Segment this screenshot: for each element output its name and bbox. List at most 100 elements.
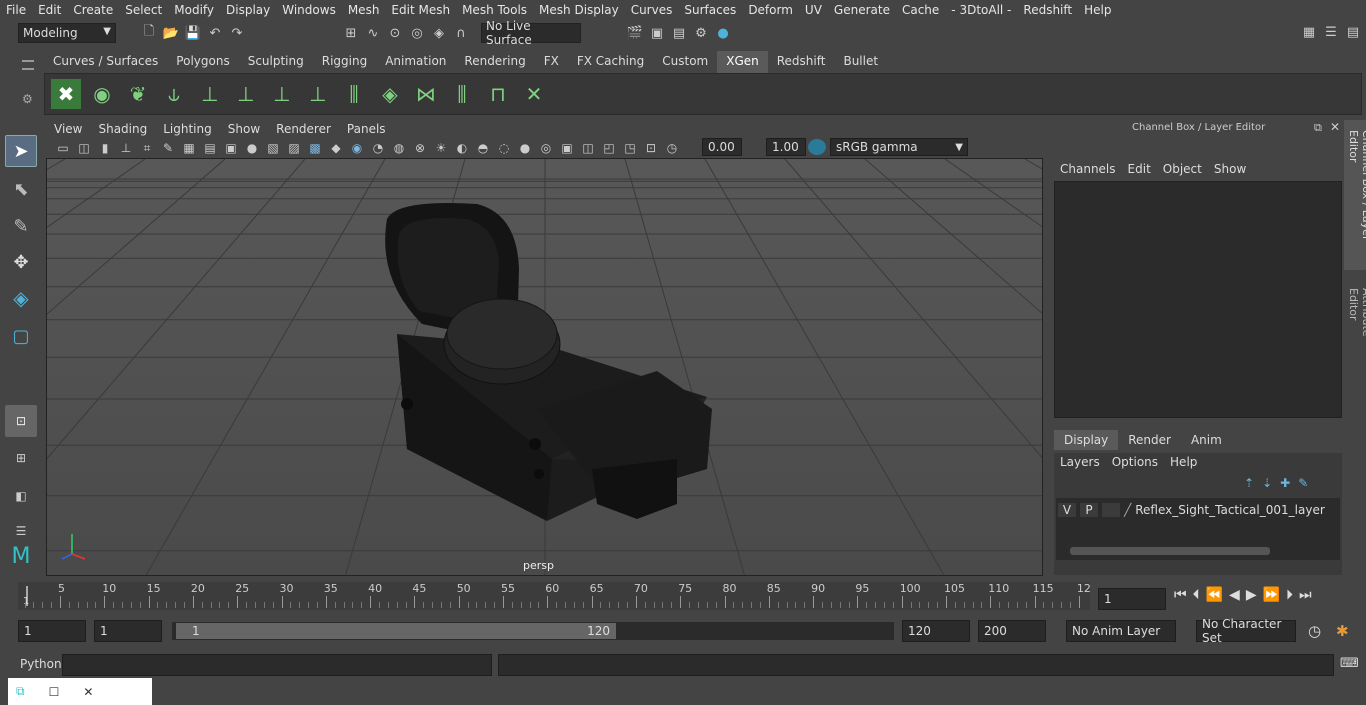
paint-select-icon[interactable]: ✎	[5, 210, 37, 242]
step-back-key-icon[interactable]: ⏪	[1206, 587, 1223, 603]
side-tab-channel-box[interactable]: Channel Box / Layer Editor	[1344, 120, 1366, 270]
go-to-end-icon[interactable]: ⏭	[1299, 587, 1312, 603]
viewport-menu-item[interactable]: Shading	[90, 122, 155, 136]
play-backwards-icon[interactable]: ◀	[1229, 587, 1240, 603]
xgen-settings-icon[interactable]: ✕	[519, 79, 549, 109]
new-layer-icon[interactable]: ✚	[1280, 476, 1290, 490]
shelf-tab[interactable]: FX	[535, 51, 568, 73]
menu-item[interactable]: Select	[119, 3, 168, 17]
layer-row[interactable]: V P ╱ Reflex_Sight_Tactical_001_layer	[1058, 500, 1338, 520]
xgen-add-guide-icon[interactable]: ⊥	[231, 79, 261, 109]
new-layer-selected-icon[interactable]: ✎	[1298, 476, 1308, 490]
viewport-tool-icon[interactable]: ▤	[201, 139, 219, 157]
close-icon[interactable]: ✕	[83, 685, 93, 699]
viewport-tool-icon[interactable]: ◎	[537, 139, 555, 157]
viewport-tool-icon[interactable]: ◷	[663, 139, 681, 157]
viewport-menu-item[interactable]: Renderer	[268, 122, 339, 136]
menu-item[interactable]: Deform	[742, 3, 799, 17]
menu-item[interactable]: Create	[67, 3, 119, 17]
shelf-tab[interactable]: Sculpting	[239, 51, 313, 73]
redo-icon[interactable]: ↷	[228, 24, 246, 42]
viewport-tool-icon[interactable]: ▭	[54, 139, 72, 157]
xgen-curves-icon[interactable]: ⫼	[447, 79, 477, 109]
snap-view-icon[interactable]: ◎	[408, 24, 426, 42]
live-surface-field[interactable]: No Live Surface	[481, 19, 581, 47]
panel-icon[interactable]: ▤	[1344, 23, 1362, 41]
character-set-dropdown[interactable]: No Character Set	[1196, 617, 1296, 645]
viewport-tool-icon[interactable]: ▣	[222, 139, 240, 157]
layer-tab[interactable]: Anim	[1181, 430, 1232, 450]
layer-menu-item[interactable]: Help	[1170, 455, 1209, 469]
viewport-menu-item[interactable]: Lighting	[155, 122, 220, 136]
shelf-tab[interactable]: Animation	[376, 51, 455, 73]
menu-item[interactable]: Edit	[32, 3, 67, 17]
xgen-layers-icon[interactable]: ◈	[375, 79, 405, 109]
range-slider[interactable]: 1 120	[172, 622, 894, 640]
playback-end-field[interactable]: 120	[902, 620, 970, 642]
viewport-menu-item[interactable]: Panels	[339, 122, 394, 136]
shelf-tab[interactable]: Curves / Surfaces	[44, 51, 167, 73]
menu-item[interactable]: UV	[799, 3, 828, 17]
maya-app-icon[interactable]: ⧉	[16, 684, 25, 699]
menu-item[interactable]: Cache	[896, 3, 945, 17]
layer-type-toggle[interactable]	[1102, 503, 1120, 517]
layer-tab[interactable]: Display	[1054, 430, 1119, 450]
layer-visibility-toggle[interactable]: V	[1058, 503, 1076, 517]
shelf-tab[interactable]: Rendering	[455, 51, 534, 73]
move-tool-icon[interactable]: ✥	[5, 246, 37, 278]
menu-item[interactable]: Mesh	[342, 3, 386, 17]
render-view-icon[interactable]: 🎬	[626, 24, 644, 42]
snap-surface-icon[interactable]: ◈	[430, 24, 448, 42]
exposure-field[interactable]: 0.00	[702, 138, 742, 156]
channel-box-menu-item[interactable]: Edit	[1128, 162, 1163, 176]
step-forward-icon[interactable]: ⏵	[1286, 587, 1293, 603]
viewport-tool-icon[interactable]: ◔	[369, 139, 387, 157]
ipr-render-icon[interactable]: ▤	[670, 24, 688, 42]
menu-item[interactable]: Display	[220, 3, 276, 17]
layout-side-icon[interactable]: ◧	[5, 480, 37, 512]
viewport-tool-icon[interactable]: ▨	[285, 139, 303, 157]
menu-item[interactable]: Mesh Tools	[456, 3, 533, 17]
channel-box-menu-item[interactable]: Channels	[1060, 162, 1128, 176]
color-management-icon[interactable]	[808, 139, 826, 155]
shelf-tab[interactable]: FX Caching	[568, 51, 653, 73]
menu-item[interactable]: Curves	[625, 3, 679, 17]
viewport-tool-icon[interactable]: ⊥	[117, 139, 135, 157]
render-settings-icon[interactable]: ⚙	[692, 24, 710, 42]
snap-curve-icon[interactable]: ∿	[364, 24, 382, 42]
layout-four-icon[interactable]: ⊞	[5, 442, 37, 474]
viewport-tool-icon[interactable]: ◰	[600, 139, 618, 157]
channel-box-menu-item[interactable]: Show	[1214, 162, 1258, 176]
viewport-tool-icon[interactable]: ●	[243, 139, 261, 157]
viewport-persp[interactable]: persp	[46, 158, 1043, 576]
viewport-tool-icon[interactable]: ✎	[159, 139, 177, 157]
save-scene-icon[interactable]: 💾	[184, 24, 202, 42]
viewport-tool-icon[interactable]: ▧	[264, 139, 282, 157]
menu-item[interactable]: Windows	[276, 3, 342, 17]
viewport-tool-icon[interactable]: ▦	[180, 139, 198, 157]
viewport-tool-icon[interactable]: ◌	[495, 139, 513, 157]
move-layer-down-icon[interactable]: ⇣	[1262, 476, 1272, 490]
viewport-tool-icon[interactable]: ☀	[432, 139, 450, 157]
layer-color-icon[interactable]: ╱	[1124, 503, 1131, 517]
shelf-tab[interactable]: Rigging	[313, 51, 376, 73]
layer-scrollbar[interactable]	[1070, 547, 1270, 555]
character-icon[interactable]: ✱	[1336, 622, 1349, 640]
viewport-menu-item[interactable]: Show	[220, 122, 268, 136]
time-slider[interactable]: 1 5 10 15 20 25 30 35 40 45 50 55 60 65 70 75 80 85 90 95 1…	[18, 582, 1091, 610]
lasso-tool-icon[interactable]: ⬉	[5, 173, 37, 205]
viewport-tool-icon[interactable]: ⊡	[642, 139, 660, 157]
snap-grid-icon[interactable]: ⊞	[342, 24, 360, 42]
xgen-fx-icon[interactable]: ⊓	[483, 79, 513, 109]
layer-menu-item[interactable]: Options	[1112, 455, 1170, 469]
snap-point-icon[interactable]: ⊙	[386, 24, 404, 42]
viewport-tool-icon[interactable]: ◓	[474, 139, 492, 157]
menu-item[interactable]: Help	[1078, 3, 1117, 17]
xgen-collection-icon[interactable]: ❦	[123, 79, 153, 109]
viewport-tool-icon[interactable]: ●	[516, 139, 534, 157]
open-scene-icon[interactable]: 📂	[162, 24, 180, 42]
viewport-tool-icon[interactable]: ◫	[75, 139, 93, 157]
select-tool-icon[interactable]: ➤	[5, 135, 37, 167]
shelf-menu-icon[interactable]	[22, 60, 34, 70]
channel-list[interactable]	[1054, 181, 1342, 418]
